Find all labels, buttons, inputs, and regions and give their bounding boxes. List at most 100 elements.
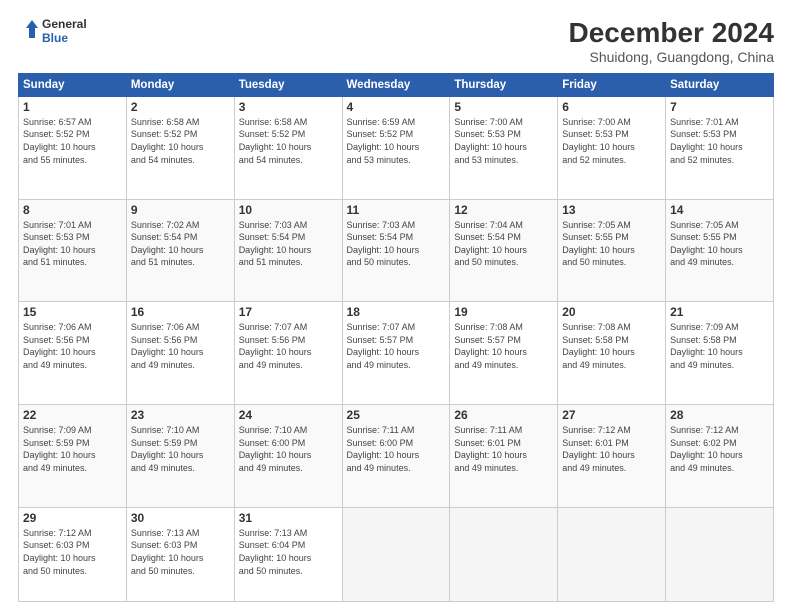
title-section: December 2024 Shuidong, Guangdong, China	[569, 18, 774, 65]
day-info: Sunrise: 7:06 AMSunset: 5:56 PMDaylight:…	[131, 321, 230, 371]
calendar-cell: 5Sunrise: 7:00 AMSunset: 5:53 PMDaylight…	[450, 96, 558, 199]
day-number: 24	[239, 408, 338, 422]
day-info: Sunrise: 7:11 AMSunset: 6:01 PMDaylight:…	[454, 424, 553, 474]
day-number: 26	[454, 408, 553, 422]
logo-text-general: General	[42, 18, 87, 32]
day-number: 30	[131, 511, 230, 525]
calendar-cell	[342, 507, 450, 601]
calendar-cell: 23 Sunrise: 7:10 AMSunset: 5:59 PMDayligh…	[126, 405, 234, 508]
header: General Blue December 2024 Shuidong, Gua…	[18, 18, 774, 65]
calendar-cell: 18 Sunrise: 7:07 AMSunset: 5:57 PMDayligh…	[342, 302, 450, 405]
calendar-cell: 27 Sunrise: 7:12 AMSunset: 6:01 PMDayligh…	[558, 405, 666, 508]
col-sunday: Sunday	[19, 73, 127, 96]
day-number: 27	[562, 408, 661, 422]
day-info: Sunrise: 7:11 AMSunset: 6:00 PMDaylight:…	[347, 424, 446, 474]
day-number: 31	[239, 511, 338, 525]
logo-container: General Blue	[18, 18, 87, 46]
calendar-cell: 2 Sunrise: 6:58 AMSunset: 5:52 PMDaylight…	[126, 96, 234, 199]
day-info: Sunrise: 7:10 AMSunset: 6:00 PMDaylight:…	[239, 424, 338, 474]
day-number: 14	[670, 203, 769, 217]
calendar-cell: 19Sunrise: 7:08 AMSunset: 5:57 PMDayligh…	[450, 302, 558, 405]
calendar-cell: 30 Sunrise: 7:13 AMSunset: 6:03 PMDayligh…	[126, 507, 234, 601]
calendar-cell: 14 Sunrise: 7:05 AMSunset: 5:55 PMDayligh…	[666, 199, 774, 302]
day-info: Sunrise: 7:07 AMSunset: 5:57 PMDaylight:…	[347, 321, 446, 371]
day-number: 20	[562, 305, 661, 319]
day-number: 13	[562, 203, 661, 217]
calendar-cell: 21 Sunrise: 7:09 AMSunset: 5:58 PMDayligh…	[666, 302, 774, 405]
calendar-cell: 25Sunrise: 7:11 AMSunset: 6:00 PMDayligh…	[342, 405, 450, 508]
day-info: Sunrise: 7:13 AMSunset: 6:03 PMDaylight:…	[131, 527, 230, 577]
day-number: 8	[23, 203, 122, 217]
day-number: 21	[670, 305, 769, 319]
location-subtitle: Shuidong, Guangdong, China	[569, 49, 774, 65]
calendar-cell: 29 Sunrise: 7:12 AMSunset: 6:03 PMDayligh…	[19, 507, 127, 601]
calendar-cell: 9Sunrise: 7:02 AMSunset: 5:54 PMDaylight…	[126, 199, 234, 302]
day-number: 3	[239, 100, 338, 114]
day-info: Sunrise: 7:05 AMSunset: 5:55 PMDaylight:…	[670, 219, 769, 269]
header-row: Sunday Monday Tuesday Wednesday Thursday…	[19, 73, 774, 96]
day-number: 1	[23, 100, 122, 114]
calendar-cell: 6 Sunrise: 7:00 AMSunset: 5:53 PMDaylight…	[558, 96, 666, 199]
day-info: Sunrise: 7:10 AMSunset: 5:59 PMDaylight:…	[131, 424, 230, 474]
day-info: Sunrise: 7:00 AMSunset: 5:53 PMDaylight:…	[562, 116, 661, 166]
day-info: Sunrise: 6:58 AMSunset: 5:52 PMDaylight:…	[131, 116, 230, 166]
day-info: Sunrise: 7:05 AMSunset: 5:55 PMDaylight:…	[562, 219, 661, 269]
calendar-page: General Blue December 2024 Shuidong, Gua…	[0, 0, 792, 612]
day-info: Sunrise: 7:12 AMSunset: 6:01 PMDaylight:…	[562, 424, 661, 474]
day-info: Sunrise: 7:01 AMSunset: 5:53 PMDaylight:…	[670, 116, 769, 166]
day-info: Sunrise: 7:04 AMSunset: 5:54 PMDaylight:…	[454, 219, 553, 269]
logo-bird-icon	[18, 18, 40, 46]
col-friday: Friday	[558, 73, 666, 96]
day-info: Sunrise: 7:12 AMSunset: 6:02 PMDaylight:…	[670, 424, 769, 474]
day-info: Sunrise: 7:03 AMSunset: 5:54 PMDaylight:…	[239, 219, 338, 269]
day-info: Sunrise: 7:07 AMSunset: 5:56 PMDaylight:…	[239, 321, 338, 371]
calendar-cell: 17 Sunrise: 7:07 AMSunset: 5:56 PMDayligh…	[234, 302, 342, 405]
day-number: 4	[347, 100, 446, 114]
calendar-cell: 8 Sunrise: 7:01 AMSunset: 5:53 PMDaylight…	[19, 199, 127, 302]
day-info: Sunrise: 7:13 AMSunset: 6:04 PMDaylight:…	[239, 527, 338, 577]
day-number: 2	[131, 100, 230, 114]
calendar-cell	[450, 507, 558, 601]
day-info: Sunrise: 7:00 AMSunset: 5:53 PMDaylight:…	[454, 116, 553, 166]
day-info: Sunrise: 6:57 AMSunset: 5:52 PMDaylight:…	[23, 116, 122, 166]
day-number: 28	[670, 408, 769, 422]
day-number: 11	[347, 203, 446, 217]
col-monday: Monday	[126, 73, 234, 96]
day-number: 23	[131, 408, 230, 422]
day-number: 15	[23, 305, 122, 319]
calendar-cell: 1 Sunrise: 6:57 AMSunset: 5:52 PMDaylight…	[19, 96, 127, 199]
calendar-table: Sunday Monday Tuesday Wednesday Thursday…	[18, 73, 774, 602]
day-info: Sunrise: 6:59 AMSunset: 5:52 PMDaylight:…	[347, 116, 446, 166]
day-number: 29	[23, 511, 122, 525]
day-info: Sunrise: 7:08 AMSunset: 5:57 PMDaylight:…	[454, 321, 553, 371]
day-info: Sunrise: 6:58 AMSunset: 5:52 PMDaylight:…	[239, 116, 338, 166]
calendar-cell: 20Sunrise: 7:08 AMSunset: 5:58 PMDayligh…	[558, 302, 666, 405]
day-info: Sunrise: 7:03 AMSunset: 5:54 PMDaylight:…	[347, 219, 446, 269]
calendar-cell: 16 Sunrise: 7:06 AMSunset: 5:56 PMDayligh…	[126, 302, 234, 405]
day-number: 9	[131, 203, 230, 217]
day-number: 17	[239, 305, 338, 319]
calendar-cell	[558, 507, 666, 601]
calendar-cell: 24 Sunrise: 7:10 AMSunset: 6:00 PMDayligh…	[234, 405, 342, 508]
day-info: Sunrise: 7:01 AMSunset: 5:53 PMDaylight:…	[23, 219, 122, 269]
calendar-cell: 4 Sunrise: 6:59 AMSunset: 5:52 PMDaylight…	[342, 96, 450, 199]
day-info: Sunrise: 7:09 AMSunset: 5:59 PMDaylight:…	[23, 424, 122, 474]
day-number: 16	[131, 305, 230, 319]
day-number: 18	[347, 305, 446, 319]
logo-text-blue: Blue	[42, 32, 87, 46]
calendar-cell: 26 Sunrise: 7:11 AMSunset: 6:01 PMDayligh…	[450, 405, 558, 508]
calendar-cell: 13 Sunrise: 7:05 AMSunset: 5:55 PMDayligh…	[558, 199, 666, 302]
calendar-cell	[666, 507, 774, 601]
calendar-cell: 10 Sunrise: 7:03 AMSunset: 5:54 PMDayligh…	[234, 199, 342, 302]
logo: General Blue	[18, 18, 87, 46]
day-number: 6	[562, 100, 661, 114]
calendar-cell: 28 Sunrise: 7:12 AMSunset: 6:02 PMDayligh…	[666, 405, 774, 508]
col-thursday: Thursday	[450, 73, 558, 96]
day-number: 10	[239, 203, 338, 217]
day-info: Sunrise: 7:09 AMSunset: 5:58 PMDaylight:…	[670, 321, 769, 371]
col-tuesday: Tuesday	[234, 73, 342, 96]
day-info: Sunrise: 7:12 AMSunset: 6:03 PMDaylight:…	[23, 527, 122, 577]
day-number: 22	[23, 408, 122, 422]
col-saturday: Saturday	[666, 73, 774, 96]
calendar-cell: 7Sunrise: 7:01 AMSunset: 5:53 PMDaylight…	[666, 96, 774, 199]
